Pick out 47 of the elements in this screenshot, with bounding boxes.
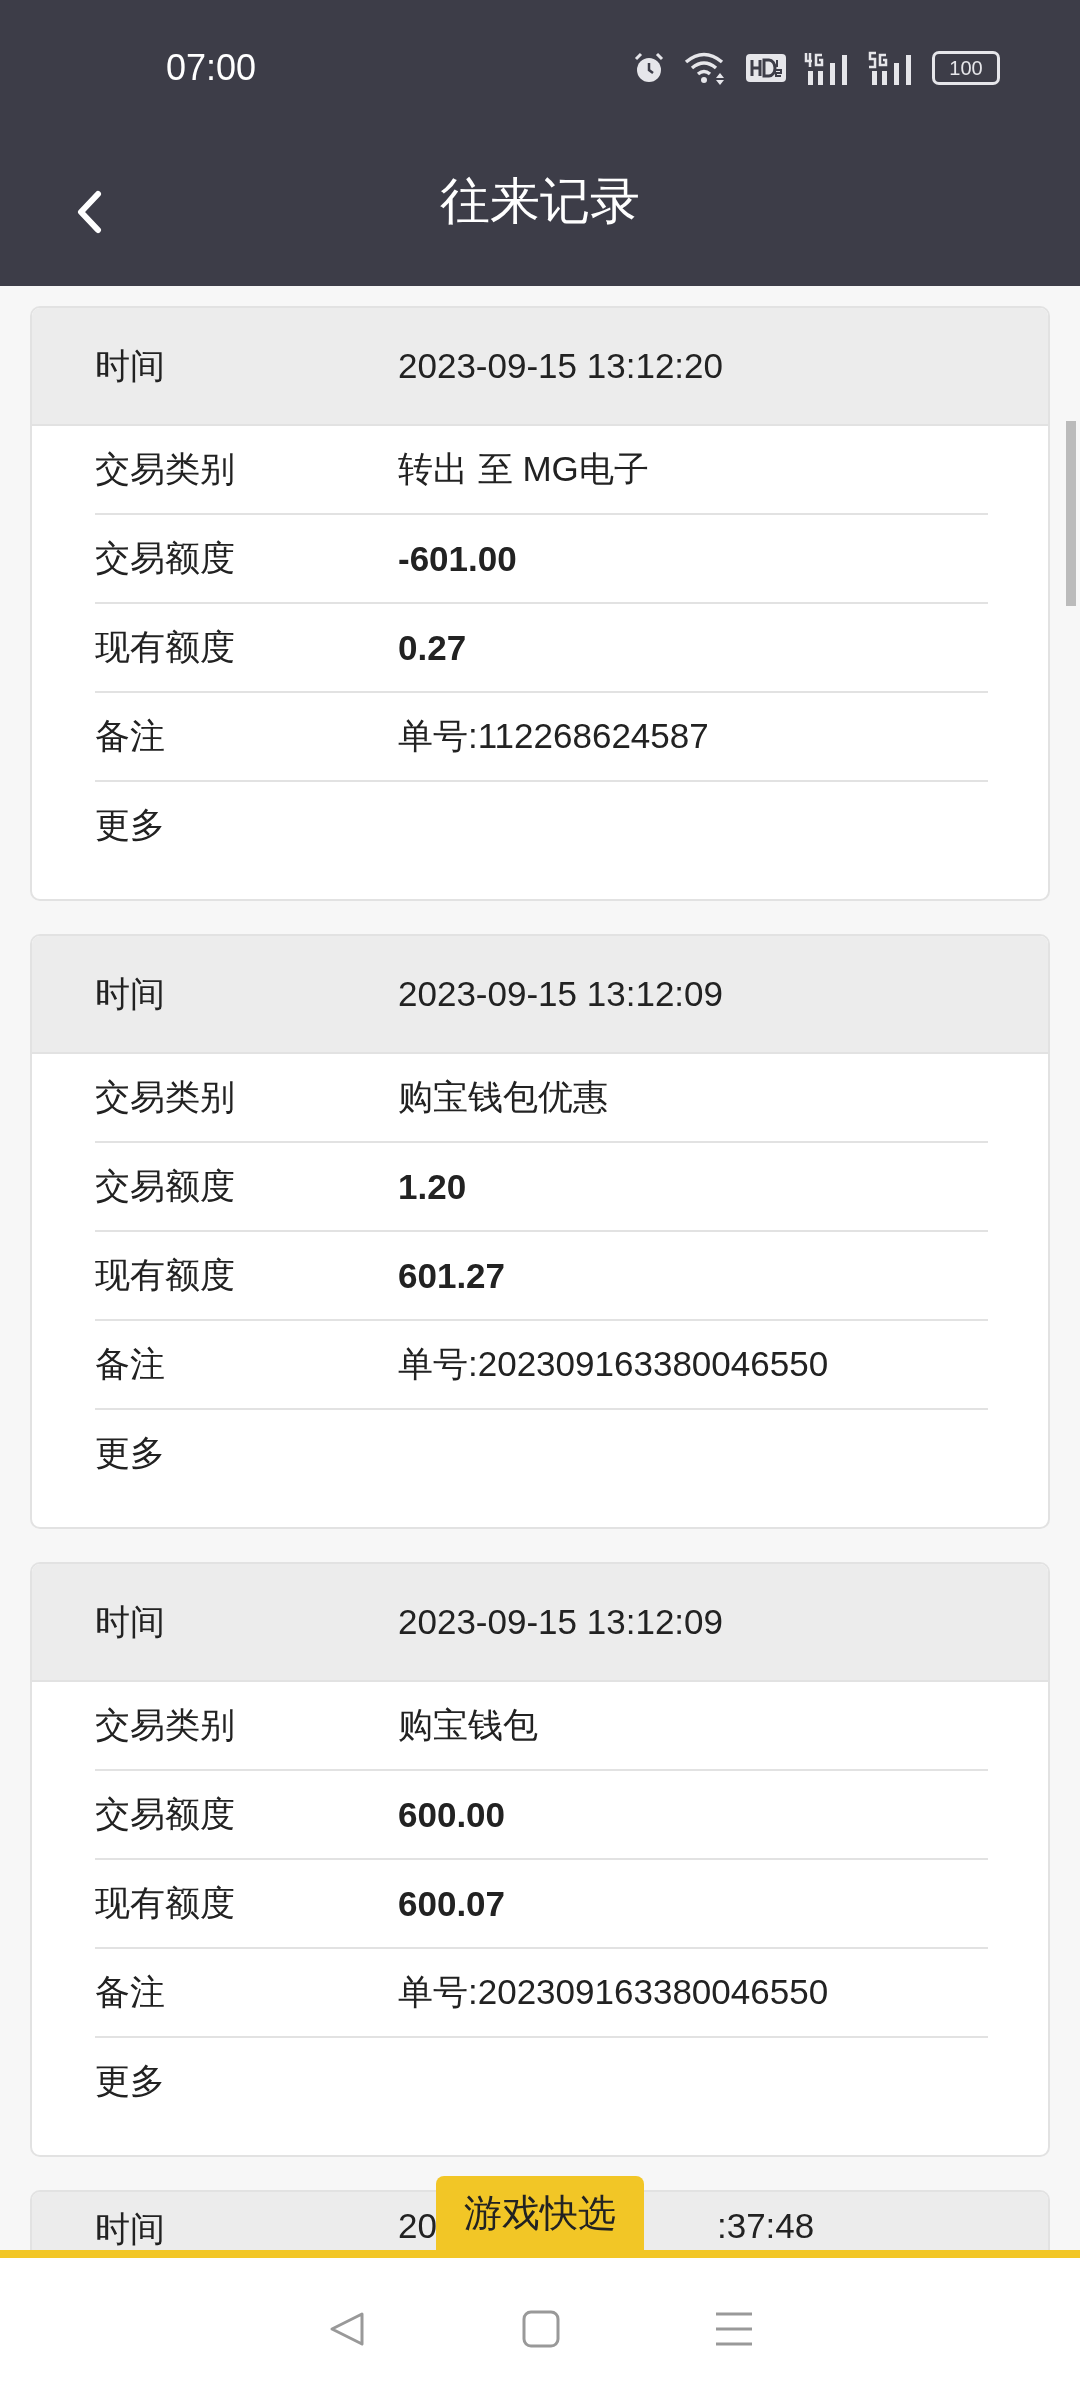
field-label: 交易类别 xyxy=(95,1076,236,1119)
field-label: 交易类别 xyxy=(95,448,236,491)
field-value: 2023-09-15 13:12:20 xyxy=(398,346,723,386)
field-label: 更多 xyxy=(95,2060,166,2103)
field-label: 更多 xyxy=(95,804,166,847)
field-value: :37:48 xyxy=(716,2206,815,2246)
field-label: 交易类别 xyxy=(95,1704,236,1747)
field-value: -601.00 xyxy=(398,538,517,579)
field-value: 600.07 xyxy=(398,1883,506,1924)
signal-icon xyxy=(804,51,850,85)
signal-icon xyxy=(868,51,914,85)
field-label: 交易额度 xyxy=(95,1165,236,1208)
field-label: 现有额度 xyxy=(95,1882,236,1925)
field-label: 时间 xyxy=(95,1600,166,1644)
quick-pick-button[interactable]: 游戏快选 xyxy=(436,2176,644,2250)
field-value: 0.27 xyxy=(398,627,467,668)
field-label: 备注 xyxy=(95,1343,166,1386)
field-value: 购宝钱包优惠 xyxy=(398,1076,608,1118)
status-time: 07:00 xyxy=(166,47,257,89)
battery-indicator: 100 xyxy=(932,51,1000,85)
back-icon xyxy=(76,190,102,234)
field-label: 备注 xyxy=(95,1971,166,2014)
field-value: 600.00 xyxy=(398,1794,506,1835)
menu-icon[interactable] xyxy=(714,2310,753,2348)
field-value: 购宝钱包 xyxy=(398,1704,538,1746)
home-nav-icon[interactable] xyxy=(522,2310,560,2348)
field-value: 2023-09-15 13:12:09 xyxy=(398,1602,723,1642)
field-label: 现有额度 xyxy=(95,626,236,669)
field-value: 20 xyxy=(398,2206,437,2246)
field-label: 时间 xyxy=(95,344,166,388)
field-label: 时间 xyxy=(95,2208,166,2250)
field-label: 时间 xyxy=(95,972,166,1016)
field-value: 单号:202309163380046550 xyxy=(398,1971,829,2013)
field-value: 转出 至 MG电子 xyxy=(398,448,649,490)
field-label: 备注 xyxy=(95,715,166,758)
field-label: 交易额度 xyxy=(95,537,236,580)
field-label: 现有额度 xyxy=(95,1254,236,1297)
field-value: 单号:202309163380046550 xyxy=(398,1343,829,1385)
field-value: 601.27 xyxy=(398,1255,506,1296)
field-value: 单号:112268624587 xyxy=(398,715,709,757)
field-value: 2023-09-15 13:12:09 xyxy=(398,974,723,1014)
field-value: 1.20 xyxy=(398,1166,467,1207)
hd-icon xyxy=(746,54,786,82)
page-title: 往来记录 xyxy=(440,170,640,232)
alarm-icon xyxy=(632,51,666,85)
field-label: 交易额度 xyxy=(95,1793,236,1836)
field-label: 更多 xyxy=(95,1432,166,1475)
